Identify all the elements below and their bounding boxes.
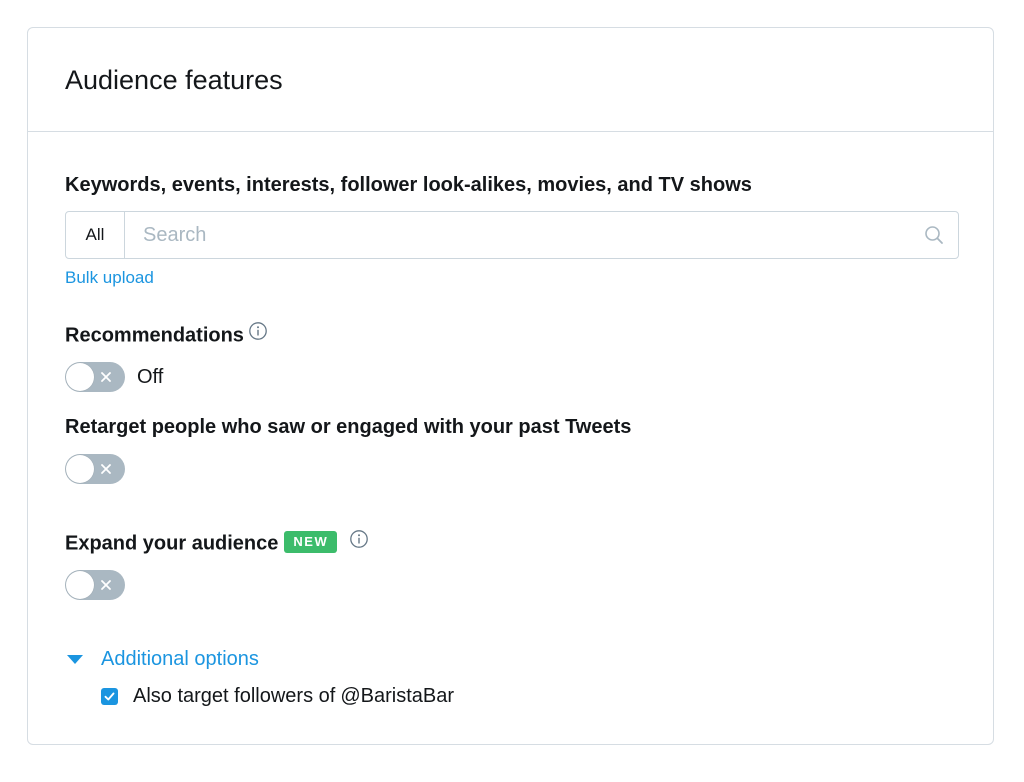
additional-options-label[interactable]: Additional options — [101, 647, 259, 671]
x-icon — [98, 369, 114, 390]
recommendations-toggle-state: Off — [137, 366, 164, 388]
keyword-search-input[interactable] — [125, 212, 910, 258]
audience-features-card: Audience features Keywords, events, inte… — [27, 27, 994, 745]
x-icon — [98, 577, 114, 598]
recommendations-label-row: Recommendations — [65, 321, 268, 349]
expand-audience-label: Expand your audience — [65, 532, 279, 555]
x-icon — [98, 461, 114, 482]
retarget-toggle[interactable] — [65, 454, 125, 484]
recommendations-toggle[interactable] — [65, 362, 125, 392]
search-scope-dropdown[interactable]: All — [66, 212, 125, 258]
followers-checkbox-label: Also target followers of — [133, 685, 336, 707]
caret-down-icon — [66, 647, 84, 671]
new-badge: NEW — [284, 531, 338, 553]
retarget-label: Retarget people who saw or engaged with … — [65, 416, 632, 438]
keyword-search-box: All — [65, 211, 959, 259]
toggle-knob — [66, 363, 94, 391]
followers-handle: @BaristaBar — [340, 685, 454, 707]
card-header: Audience features — [28, 28, 993, 132]
toggle-knob — [66, 455, 94, 483]
followers-checkbox-row: Also target followers of @BaristaBar — [101, 684, 454, 708]
expand-audience-toggle[interactable] — [65, 570, 125, 600]
info-icon[interactable] — [349, 529, 369, 555]
search-icon[interactable] — [910, 212, 958, 258]
keywords-label: Keywords, events, interests, follower lo… — [65, 174, 752, 196]
additional-options-toggle[interactable]: Additional options — [65, 647, 259, 671]
toggle-knob — [66, 571, 94, 599]
followers-checkbox[interactable] — [101, 687, 118, 705]
info-icon[interactable] — [248, 321, 268, 347]
expand-audience-label-row: Expand your audience NEW — [65, 529, 369, 557]
card-title: Audience features — [65, 65, 283, 95]
bulk-upload-link[interactable]: Bulk upload — [65, 267, 154, 289]
checkmark-icon — [104, 692, 115, 700]
recommendations-label: Recommendations — [65, 324, 244, 347]
